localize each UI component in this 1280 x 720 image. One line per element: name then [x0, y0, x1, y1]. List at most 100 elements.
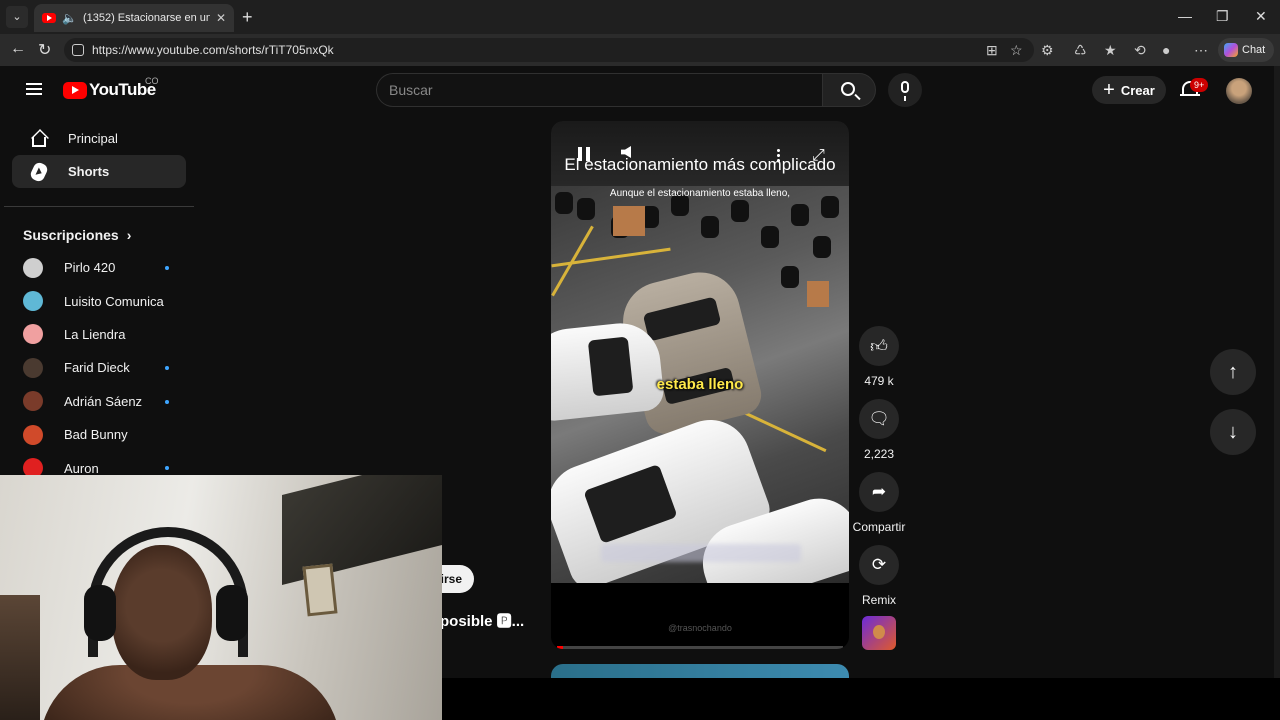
microphone-icon — [901, 81, 909, 101]
arrow-down-icon: ↓ — [1228, 421, 1238, 443]
plus-icon: + — [1103, 79, 1115, 101]
channel-name: Bad Bunny — [64, 427, 128, 443]
search-icon — [841, 82, 855, 96]
share-action: ➦ Compartir — [850, 472, 908, 534]
url-text[interactable]: https://www.youtube.com/shorts/rTiT705nx… — [92, 43, 334, 57]
minimize-icon[interactable]: — — [1178, 8, 1192, 24]
page-scrollbar[interactable] — [1274, 66, 1280, 678]
previous-short-button[interactable]: ↑ — [1210, 349, 1256, 395]
remix-label: Remix — [861, 593, 896, 607]
sidebar-subscription-item[interactable]: La Liendra — [4, 318, 194, 351]
comment-button[interactable]: 🗨 — [859, 399, 899, 439]
channel-avatar — [23, 391, 43, 412]
youtube-play-icon — [63, 81, 87, 99]
channel-avatar — [23, 424, 43, 445]
create-button[interactable]: + Crear — [1092, 76, 1166, 104]
reload-icon[interactable]: ↻ — [38, 40, 51, 60]
new-tab-icon[interactable]: + — [242, 6, 253, 28]
address-bar[interactable]: https://www.youtube.com/shorts/rTiT705nx… — [64, 38, 1034, 62]
close-tab-icon[interactable]: ✕ — [216, 11, 226, 25]
new-content-dot — [165, 399, 169, 404]
copilot-icon — [1224, 43, 1238, 57]
sidebar-subscription-item[interactable]: Pirlo 420 — [4, 251, 194, 284]
tab-list-icon[interactable]: ⌄ — [6, 6, 28, 28]
more-menu-icon[interactable]: ⋯ — [1194, 42, 1208, 59]
browser-toolbar: ← ↻ https://www.youtube.com/shorts/rTiT7… — [0, 34, 1280, 66]
headset-earcup-right — [216, 585, 248, 641]
chevron-right-icon: › — [126, 227, 132, 243]
like-action: 👍︎ 479 k — [855, 326, 903, 388]
sidebar-item-principal[interactable]: Principal — [12, 122, 186, 155]
video-progress-bar[interactable] — [557, 646, 843, 649]
share-button[interactable]: ➦ — [859, 472, 899, 512]
subscriptions-header[interactable]: Suscripciones › — [4, 219, 194, 251]
browser-tab[interactable]: 🔈 (1352) Estacionarse en un lug ✕ — [34, 4, 234, 32]
search-button[interactable] — [822, 73, 876, 107]
app-available-icon[interactable]: ⊞ — [986, 42, 998, 59]
remix-action: ⟳ Remix — [855, 545, 903, 607]
channel-name: La Liendra — [64, 326, 126, 342]
short-title[interactable]: posible 🅿... — [440, 610, 524, 631]
voice-search-button[interactable] — [888, 73, 922, 107]
channel-name: Luisito Comunica — [64, 293, 164, 309]
webcam-overlay — [0, 475, 442, 720]
site-info-icon[interactable] — [72, 44, 84, 56]
home-icon — [32, 136, 46, 147]
sidebar-item-shorts[interactable]: Shorts — [12, 155, 186, 188]
video-overlay-title: El estacionamiento más complicado — [564, 155, 836, 174]
search-input[interactable] — [377, 74, 822, 106]
extensions-icon[interactable]: ⚙ — [1041, 42, 1054, 59]
speaker-icon[interactable]: 🔈 — [62, 11, 77, 25]
share-arrow-icon: ➦ — [871, 482, 887, 501]
copilot-chat-button[interactable]: Chat — [1218, 38, 1274, 62]
sidebar-subscription-item[interactable]: Farid Dieck — [4, 351, 194, 384]
video-caption: estaba lleno — [656, 376, 744, 393]
more-options-icon[interactable] — [777, 148, 780, 162]
maximize-icon[interactable]: ❐ — [1216, 8, 1229, 25]
sound-thumbnail[interactable] — [862, 616, 896, 650]
sidebar-item-label: Shorts — [68, 164, 110, 179]
history-icon[interactable]: ⟲ — [1134, 42, 1146, 59]
channel-name: Farid Dieck — [64, 360, 130, 376]
shorts-player[interactable]: El estacionamiento más complicado Aunque… — [551, 121, 849, 649]
back-icon[interactable]: ← — [10, 40, 26, 58]
chat-label: Chat — [1242, 44, 1266, 56]
fullscreen-icon[interactable]: ⤢ — [812, 147, 825, 165]
new-content-dot — [165, 266, 169, 270]
channel-avatar — [23, 357, 43, 378]
like-count: 479 k — [864, 374, 894, 388]
youtube-header: YouTube CO + Crear 9+ — [0, 66, 1280, 114]
video-progress-fill — [557, 646, 563, 649]
video-overlay-subtitle: Aunque el estacionamiento estaba lleno, — [609, 188, 791, 199]
remix-button[interactable]: ⟳ — [859, 545, 899, 585]
search-box — [376, 73, 822, 107]
sidebar: Principal Shorts Suscripciones › Pirlo 4… — [4, 122, 194, 485]
channel-avatar — [23, 324, 43, 345]
profile-icon[interactable]: ● — [1162, 42, 1170, 58]
channel-name: Auron — [64, 460, 99, 476]
sidebar-subscription-item[interactable]: Luisito Comunica — [4, 284, 194, 317]
pause-icon[interactable] — [578, 147, 590, 161]
subscriptions-list: Pirlo 420 Luisito Comunica La Liendra Farid… — [4, 251, 194, 485]
new-content-dot — [165, 466, 169, 471]
channel-name: Adrián Sáenz — [64, 393, 143, 409]
next-short-button[interactable]: ↓ — [1210, 409, 1256, 455]
favorites-icon[interactable]: ★ — [1104, 42, 1117, 59]
like-button[interactable]: 👍︎ — [859, 326, 899, 366]
menu-icon[interactable] — [26, 83, 42, 95]
sidebar-item-label: Principal — [68, 131, 118, 146]
sidebar-subscription-item[interactable]: Adrián Sáenz — [4, 385, 194, 418]
account-avatar[interactable] — [1226, 78, 1252, 104]
browser-essentials-icon[interactable]: ♺ — [1074, 42, 1087, 59]
sidebar-subscription-item[interactable]: Bad Bunny — [4, 418, 194, 451]
favorite-star-icon[interactable]: ☆ — [1010, 42, 1023, 59]
next-short-preview[interactable] — [551, 664, 849, 678]
country-code: CO — [145, 76, 159, 86]
tab-title: (1352) Estacionarse en un lug — [82, 12, 210, 24]
remix-icon: ⟳ — [871, 555, 887, 574]
close-window-icon[interactable]: ✕ — [1255, 8, 1267, 25]
youtube-favicon-icon — [42, 13, 56, 23]
person-shoulders — [40, 665, 340, 720]
share-label: Compartir — [852, 520, 906, 534]
youtube-logo[interactable]: YouTube CO — [63, 76, 159, 100]
